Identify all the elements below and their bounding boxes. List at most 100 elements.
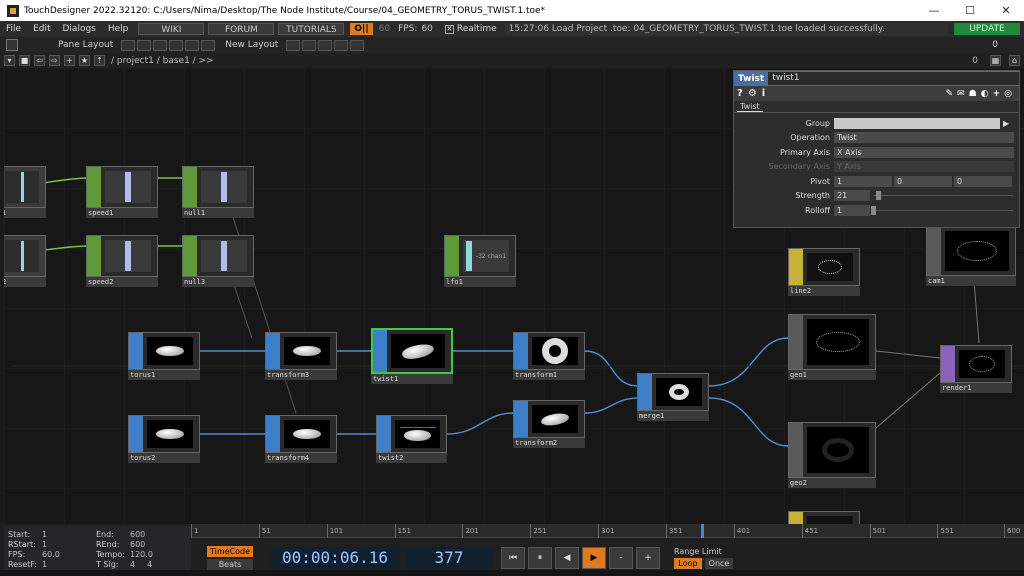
realtime-checkbox[interactable]: ✕ <box>444 24 454 34</box>
layout-slot-5[interactable] <box>350 39 365 51</box>
help-icon[interactable]: ? <box>737 88 743 99</box>
pivot-y-field[interactable]: 0 <box>894 175 952 187</box>
tab-twist[interactable]: Twist <box>737 102 763 112</box>
strength-slider-handle[interactable] <box>876 191 881 201</box>
pivot-x-field[interactable]: 1 <box>834 175 892 187</box>
rolloff-slider[interactable] <box>870 205 1013 216</box>
forum-button[interactable]: FORUM <box>208 23 275 35</box>
transform4-node[interactable]: transform4 <box>265 415 337 463</box>
add-param-icon[interactable]: + <box>993 89 1001 99</box>
torus1-node[interactable]: torus1 <box>128 332 200 380</box>
operation-menu[interactable]: Twist <box>834 132 1014 144</box>
chop-node-left-1[interactable]: 1 <box>4 166 46 218</box>
maximize-button[interactable]: ☐ <box>952 0 988 21</box>
frame-display[interactable]: 377 <box>405 546 493 569</box>
up-level-icon[interactable]: ⇡ <box>94 55 105 66</box>
loop-button[interactable]: Loop <box>674 557 702 569</box>
perform-mode-button[interactable]: O|| <box>350 23 373 35</box>
render1-node[interactable]: render1 <box>940 345 1012 393</box>
transform1-node[interactable]: transform1 <box>513 332 585 380</box>
rstart-value[interactable]: 1 <box>42 540 47 549</box>
play-reverse-button[interactable]: ◀ <box>555 546 579 569</box>
timecode-toggle[interactable]: TimeCode <box>207 545 253 557</box>
fps-value[interactable]: 60.0 <box>42 550 60 559</box>
play-button[interactable]: ▶ <box>582 546 606 569</box>
partial-node[interactable] <box>788 511 860 524</box>
minimize-button[interactable]: — <box>916 0 952 21</box>
twist1-node[interactable]: twist1 <box>371 328 453 384</box>
operator-name-field[interactable]: twist1 <box>768 72 1019 85</box>
group-field[interactable] <box>834 117 1000 129</box>
step-forward-button[interactable]: + <box>636 546 660 569</box>
pause-button[interactable]: ⏸ <box>528 546 552 569</box>
strength-field[interactable]: 21 <box>834 190 870 202</box>
twist2-node[interactable]: twist2 <box>376 415 447 463</box>
layout-slot-3[interactable] <box>318 39 333 51</box>
star-icon[interactable]: ★ <box>79 55 90 66</box>
menu-file[interactable]: File <box>0 24 27 34</box>
resetf-value[interactable]: 1 <box>42 560 47 569</box>
pane-preset-1[interactable] <box>121 39 136 51</box>
tsig-numerator[interactable]: 4 <box>130 560 135 569</box>
layout-slot-1[interactable] <box>286 39 301 51</box>
group-dropdown-icon[interactable]: ▶ <box>1003 119 1009 128</box>
lfo1-node[interactable]: -32 chan1 lfo1 <box>444 235 516 287</box>
pane-preset-6[interactable] <box>201 39 216 51</box>
update-button[interactable]: UPDATE <box>954 23 1020 35</box>
rewind-button[interactable]: ⏮ <box>501 546 525 569</box>
edit-icon[interactable]: ✎ <box>946 89 954 99</box>
tsig-denominator[interactable]: 4 <box>147 560 152 569</box>
merge1-node[interactable]: merge1 <box>637 373 709 421</box>
null3-node[interactable]: null3 <box>182 235 254 287</box>
back-arrow-icon[interactable]: ⇦ <box>34 55 45 66</box>
speed2-node[interactable]: speed2 <box>86 235 158 287</box>
rolloff-field[interactable]: 1 <box>834 204 870 216</box>
network-path[interactable]: / project1 / base1 / >> <box>111 56 214 66</box>
timeline-playhead[interactable] <box>701 524 705 538</box>
menu-help[interactable]: Help <box>102 24 135 34</box>
torus2-node[interactable]: torus2 <box>128 415 200 463</box>
settings-icon[interactable]: ⚙ <box>748 88 757 99</box>
rolloff-slider-handle[interactable] <box>871 205 876 215</box>
strength-slider[interactable] <box>870 190 1013 201</box>
close-button[interactable]: ✕ <box>988 0 1024 21</box>
dropdown-icon[interactable]: ▾ <box>4 55 15 66</box>
beats-toggle[interactable]: Beats <box>207 558 253 570</box>
primary-axis-menu[interactable]: X Axis <box>834 146 1014 158</box>
pane-preset-2[interactable] <box>137 39 152 51</box>
python-icon[interactable]: ◐ <box>981 89 989 99</box>
null1-node[interactable]: null1 <box>182 166 254 218</box>
info-icon[interactable]: i <box>762 88 765 99</box>
layout-slot-2[interactable] <box>302 39 317 51</box>
chop-node-left-2[interactable]: 2 <box>4 235 46 287</box>
pane-preset-4[interactable] <box>169 39 184 51</box>
home-icon[interactable]: ⌂ <box>1009 55 1020 66</box>
tutorials-button[interactable]: TUTORIALS <box>278 23 345 35</box>
geo1-node[interactable]: geo1 <box>788 314 876 380</box>
secondary-axis-menu[interactable]: Y Axis <box>834 161 1014 173</box>
bypass-icon[interactable]: ☗ <box>969 89 977 99</box>
pane-preset-5[interactable] <box>185 39 200 51</box>
pivot-z-field[interactable]: 0 <box>954 175 1012 187</box>
comment-icon[interactable]: ✉ <box>957 89 965 99</box>
pane-layout-icon[interactable] <box>6 39 18 51</box>
menu-dialogs[interactable]: Dialogs <box>57 24 102 34</box>
transform2-node[interactable]: transform2 <box>513 400 585 448</box>
end-value[interactable]: 600 <box>130 530 145 539</box>
new-layout-button[interactable]: New Layout <box>225 40 278 50</box>
forward-arrow-icon[interactable]: ⇨ <box>49 55 60 66</box>
target-icon[interactable]: ◎ <box>1004 89 1012 99</box>
start-value[interactable]: 1 <box>42 530 47 539</box>
timeline-ruler[interactable]: 1 51 101 151 201 251 301 351 401 451 501 551 600 <box>191 524 1024 538</box>
speed1-node[interactable]: speed1 <box>86 166 158 218</box>
tempo-value[interactable]: 120.0 <box>130 550 153 559</box>
layout-slot-4[interactable] <box>334 39 349 51</box>
timecode-display[interactable]: 00:00:06.16 <box>271 546 399 569</box>
line2-node[interactable]: line2 <box>788 248 860 296</box>
menu-edit[interactable]: Edit <box>27 24 56 34</box>
wiki-button[interactable]: WIKI <box>138 23 205 35</box>
pane-preset-3[interactable] <box>153 39 168 51</box>
add-icon[interactable]: + <box>64 55 75 66</box>
once-button[interactable]: Once <box>705 557 733 569</box>
geo2-node[interactable]: geo2 <box>788 422 876 488</box>
